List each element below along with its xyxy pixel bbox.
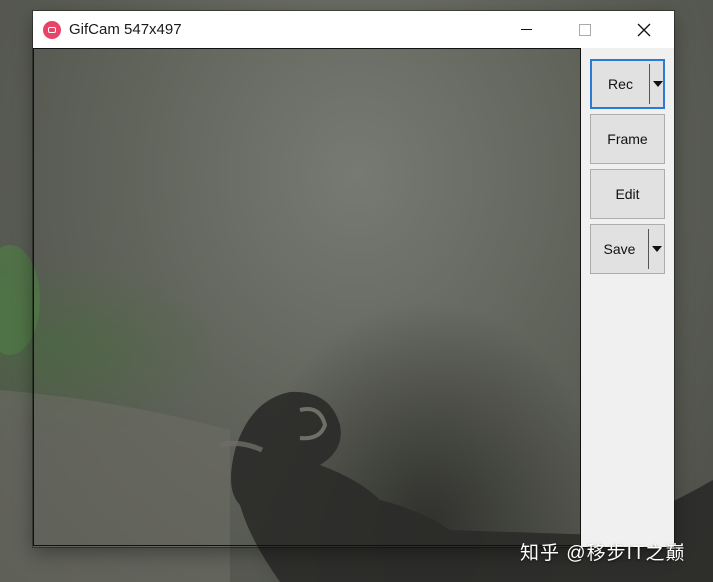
maximize-button[interactable] — [556, 11, 614, 48]
close-icon — [637, 23, 651, 36]
rec-label: Rec — [608, 76, 633, 92]
capture-frame[interactable] — [33, 48, 581, 546]
maximize-icon — [579, 23, 591, 36]
save-label: Save — [603, 241, 636, 257]
frame-label: Frame — [607, 131, 648, 147]
split-divider — [649, 64, 650, 104]
dropdown-arrow-icon[interactable] — [652, 246, 662, 252]
close-button[interactable] — [615, 11, 673, 48]
minimize-icon — [520, 29, 532, 30]
split-divider — [648, 229, 649, 269]
frame-button[interactable]: Frame — [590, 114, 665, 164]
control-panel: Rec Frame Edit Save — [581, 48, 674, 547]
dropdown-arrow-icon[interactable] — [653, 81, 663, 87]
minimize-button[interactable] — [497, 11, 555, 48]
rec-button[interactable]: Rec — [590, 59, 665, 109]
gifcam-window: GifCam 547x497 Rec Frame Edit Save — [33, 11, 674, 547]
window-title: GifCam 547x497 — [69, 21, 182, 38]
edit-button[interactable]: Edit — [590, 169, 665, 219]
title-bar[interactable]: GifCam 547x497 — [33, 11, 674, 48]
edit-label: Edit — [615, 186, 640, 202]
watermark-text: 知乎 @移步IT之巅 — [520, 543, 686, 564]
save-button[interactable]: Save — [590, 224, 665, 274]
camera-icon — [43, 20, 61, 39]
